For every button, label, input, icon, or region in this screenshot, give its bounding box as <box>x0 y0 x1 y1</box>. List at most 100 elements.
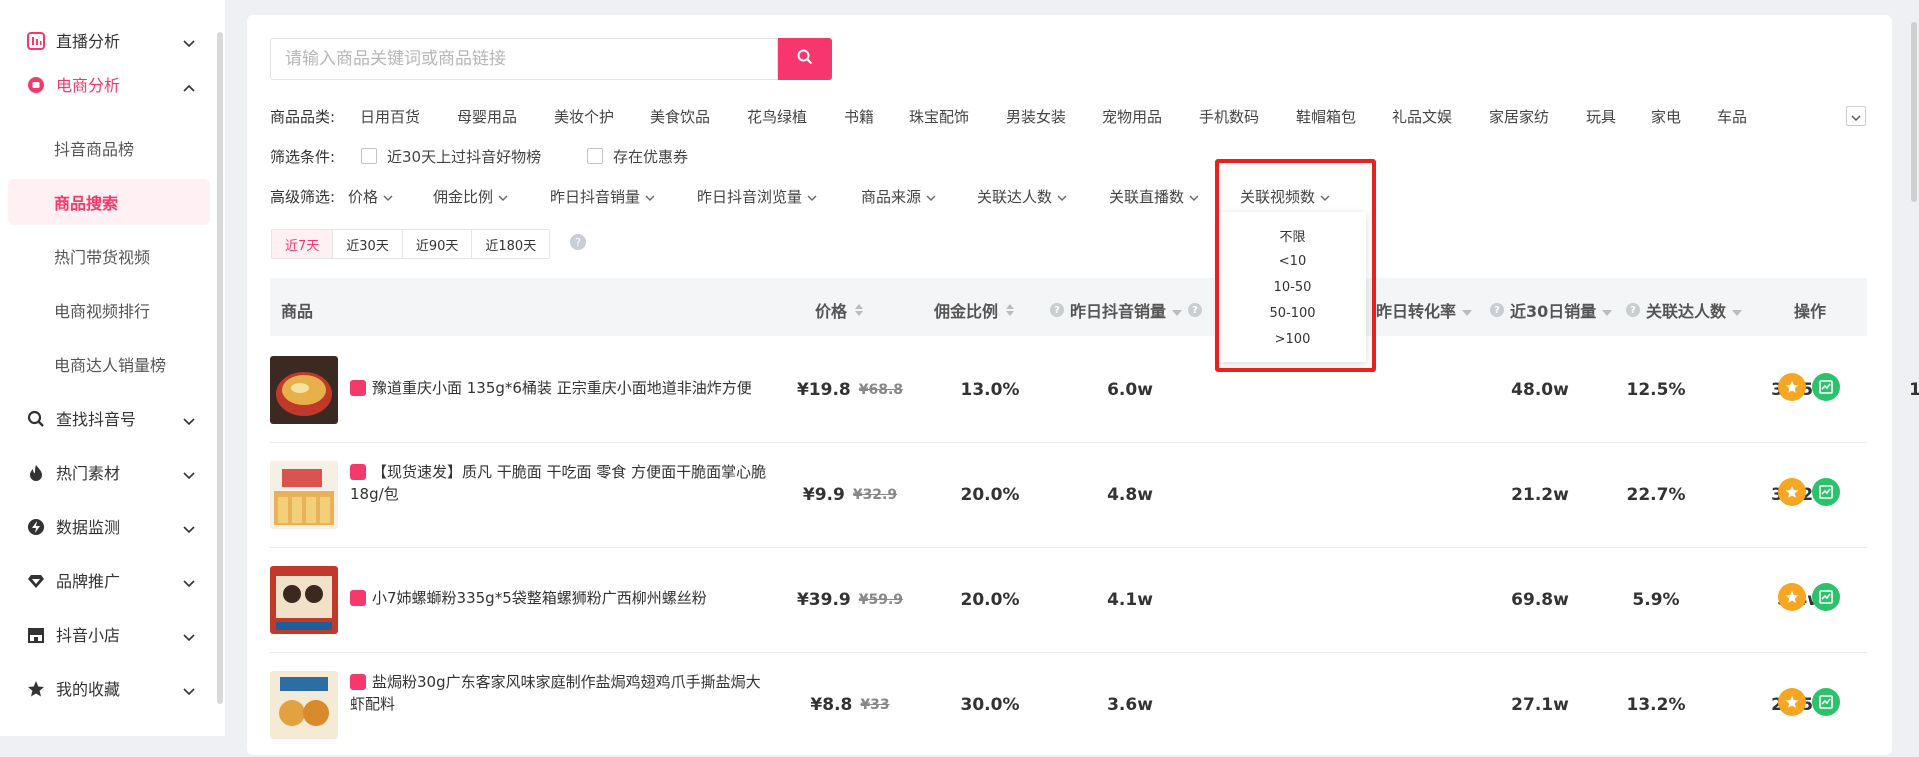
filter-linked-creators[interactable]: 关联达人数 <box>977 186 1067 207</box>
menu-label: 数据监测 <box>56 518 121 537</box>
submenu-ecommerce-video-ranking[interactable]: 电商视频排行 <box>8 287 210 333</box>
checkbox-douyin-good-list[interactable] <box>361 148 377 164</box>
category-item[interactable]: 宠物用品 <box>1102 106 1162 127</box>
column-header-linked-creators[interactable]: ? 关联达人数 <box>1626 298 1743 322</box>
analysis-button[interactable] <box>1812 478 1840 506</box>
period-180-days[interactable]: 近180天 <box>472 230 549 258</box>
period-7-days[interactable]: 近7天 <box>272 230 334 258</box>
favorite-button[interactable] <box>1778 373 1806 401</box>
question-icon[interactable]: ? <box>570 234 586 250</box>
search-input[interactable] <box>270 38 778 80</box>
menu-label: 我的收藏 <box>56 680 121 699</box>
checkbox-label: 近30天上过抖音好物榜 <box>387 148 542 166</box>
filter-yesterday-sales[interactable]: 昨日抖音销量 <box>550 186 655 207</box>
filter-commission[interactable]: 佣金比例 <box>433 186 508 207</box>
submenu-creator-sales-ranking[interactable]: 电商达人销量榜 <box>8 341 210 387</box>
category-item[interactable]: 书籍 <box>844 106 874 127</box>
menu-data-monitoring[interactable]: 数据监测 <box>0 499 217 553</box>
main-scrollbar[interactable] <box>1911 22 1917 202</box>
product-name[interactable]: 豫道重庆小面 135g*6桶装 正宗重庆小面地道非油炸方便 <box>350 377 770 399</box>
category-item[interactable]: 母婴用品 <box>457 106 517 127</box>
product-name[interactable]: 【现货速发】质凡 干脆面 干吃面 零食 方便面干脆面掌心脆18g/包 <box>350 461 770 505</box>
favorite-button[interactable] <box>1778 583 1806 611</box>
category-item[interactable]: 男装女装 <box>1006 106 1066 127</box>
filter-linked-lives[interactable]: 关联直播数 <box>1109 186 1199 207</box>
question-icon: ? <box>1188 303 1203 317</box>
period-30-days[interactable]: 近30天 <box>333 230 403 258</box>
submenu-label: 商品搜索 <box>54 194 119 213</box>
category-item[interactable]: 花鸟绿植 <box>747 106 807 127</box>
period-90-days[interactable]: 近90天 <box>403 230 473 258</box>
product-thumbnail[interactable] <box>270 671 338 739</box>
filter-label: 昨日抖音浏览量 <box>697 188 803 206</box>
filter-linked-videos[interactable]: 关联视频数 <box>1240 186 1330 207</box>
menu-ecommerce-analysis[interactable]: 电商分析 <box>0 57 217 111</box>
product-thumbnail[interactable] <box>270 461 338 529</box>
product-name[interactable]: 盐焗粉30g广东客家风味家庭制作盐焗鸡翅鸡爪手撕盐焗大虾配料 <box>350 671 770 715</box>
dropdown-option-50-100[interactable]: 50-100 <box>1219 300 1366 326</box>
category-item[interactable]: 家电 <box>1651 106 1681 127</box>
column-header-yesterday-conversion[interactable]: 昨日转化率 <box>1376 298 1473 322</box>
commission-cell: 13.0% <box>960 379 1020 400</box>
submenu-hot-selling-videos[interactable]: 热门带货视频 <box>8 233 210 279</box>
linked-creators-cell: 178 <box>1866 652 1919 757</box>
analysis-button[interactable] <box>1812 373 1840 401</box>
submenu-product-search[interactable]: 商品搜索 <box>8 179 210 225</box>
filter-yesterday-views[interactable]: 昨日抖音浏览量 <box>697 186 817 207</box>
price: ¥8.8 <box>810 694 853 715</box>
analysis-button[interactable] <box>1812 688 1840 716</box>
chevron-down-icon <box>183 627 195 646</box>
category-item[interactable]: 美食饮品 <box>650 106 710 127</box>
dropdown-option-gt100[interactable]: >100 <box>1219 326 1366 352</box>
linked-creators-cell: 1,788 <box>1909 379 1919 400</box>
product-name[interactable]: 小7姉螺螄粉335g*5袋整箱螺狮粉广西柳州螺丝粉 <box>350 587 770 609</box>
column-header-yesterday-sales[interactable]: ? 昨日抖音销量? <box>1050 298 1203 322</box>
dropdown-option-10-50[interactable]: 10-50 <box>1219 274 1366 300</box>
row-actions <box>1778 478 1840 506</box>
favorite-button[interactable] <box>1778 688 1806 716</box>
menu-find-douyin-account[interactable]: 查找抖音号 <box>0 391 217 445</box>
column-header-30day-sales[interactable]: ? 近30日销量 <box>1490 298 1613 322</box>
conversion-cell: 5.9% <box>1632 589 1680 610</box>
category-item[interactable]: 车品 <box>1717 106 1747 127</box>
column-header-price[interactable]: 价格 <box>815 298 864 322</box>
submenu-douyin-product-ranking[interactable]: 抖音商品榜 <box>8 125 210 171</box>
table-row[interactable]: 盐焗粉30g广东客家风味家庭制作盐焗鸡翅鸡爪手撕盐焗大虾配料 ¥8.8 ¥33 3… <box>270 652 1919 757</box>
menu-brand-promotion[interactable]: 品牌推广 <box>0 553 217 607</box>
expand-categories-button[interactable] <box>1846 106 1866 126</box>
category-item[interactable]: 礼品文娱 <box>1392 106 1452 127</box>
category-item[interactable]: 日用百货 <box>360 106 420 127</box>
submenu-label: 电商达人销量榜 <box>54 356 167 375</box>
filter-product-source[interactable]: 商品来源 <box>861 186 936 207</box>
filter-price[interactable]: 价格 <box>348 186 393 207</box>
checkbox-has-coupon[interactable] <box>587 148 603 164</box>
product-thumbnail[interactable] <box>270 356 338 424</box>
star-icon <box>1785 590 1799 603</box>
table-row[interactable]: 【现货速发】质凡 干脆面 干吃面 零食 方便面干脆面掌心脆18g/包 ¥9.9 ¥… <box>270 442 1919 548</box>
yesterday-sales-cell: 4.1w <box>1107 589 1153 610</box>
favorite-button[interactable] <box>1778 478 1806 506</box>
analysis-button[interactable] <box>1812 583 1840 611</box>
dropdown-option-unlimited[interactable]: 不限 <box>1219 222 1366 248</box>
search-button[interactable] <box>778 38 832 80</box>
product-thumbnail[interactable] <box>270 566 338 634</box>
table-row[interactable]: 豫道重庆小面 135g*6桶装 正宗重庆小面地道非油炸方便 ¥19.8 ¥68.8… <box>270 337 1919 443</box>
category-item[interactable]: 鞋帽箱包 <box>1296 106 1356 127</box>
menu-douyin-store[interactable]: 抖音小店 <box>0 607 217 661</box>
dropdown-option-lt10[interactable]: <10 <box>1219 248 1366 274</box>
category-item[interactable]: 家居家纺 <box>1489 106 1549 127</box>
period-tabs: 近7天 近30天 近90天 近180天 <box>271 229 551 259</box>
category-item[interactable]: 美妆个护 <box>554 106 614 127</box>
column-header-commission[interactable]: 佣金比例 <box>934 298 1015 322</box>
sidebar-scrollbar[interactable] <box>217 32 223 704</box>
condition-label: 筛选条件: <box>270 148 336 166</box>
yesterday-sales-cell: 6.0w <box>1107 379 1153 400</box>
menu-hot-materials[interactable]: 热门素材 <box>0 445 217 499</box>
category-item[interactable]: 玩具 <box>1586 106 1616 127</box>
menu-my-favorites[interactable]: 我的收藏 <box>0 661 217 715</box>
category-item[interactable]: 手机数码 <box>1199 106 1259 127</box>
table-row[interactable]: 小7姉螺螄粉335g*5袋整箱螺狮粉广西柳州螺丝粉 ¥39.9 ¥59.9 20.… <box>270 547 1919 653</box>
menu-label: 查找抖音号 <box>56 410 137 429</box>
category-item[interactable]: 珠宝配饰 <box>909 106 969 127</box>
chevron-down-icon <box>1057 188 1067 206</box>
